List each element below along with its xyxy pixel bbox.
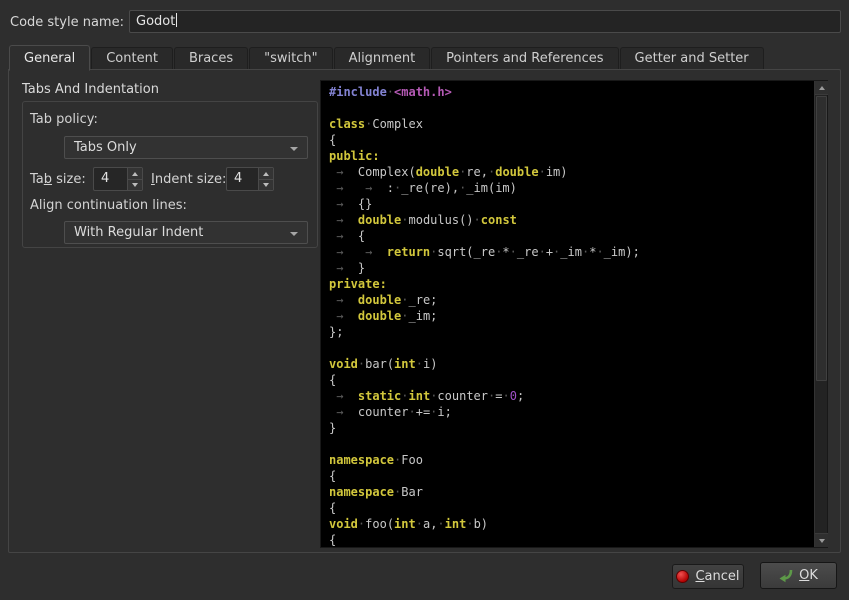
tab-size-spinbox[interactable]: 4 — [93, 167, 143, 191]
code-line: class·Complex — [329, 116, 814, 132]
cancel-icon — [676, 570, 689, 583]
code-style-name-label: Code style name: — [10, 15, 124, 30]
tab-getter-and-setter[interactable]: Getter and Setter — [620, 47, 764, 70]
code-line: { — [329, 468, 814, 484]
code-line: { — [329, 500, 814, 516]
tab-braces[interactable]: Braces — [174, 47, 248, 70]
code-line: private: — [329, 276, 814, 292]
code-line: { — [329, 132, 814, 148]
spin-up-button[interactable] — [259, 168, 273, 179]
code-line: void·bar(int·i) — [329, 356, 814, 372]
code-line: → {} — [329, 196, 814, 212]
tab-content[interactable]: Content — [91, 47, 173, 70]
cancel-button-label: Cancel — [695, 569, 739, 584]
scroll-down-arrow-icon[interactable] — [815, 533, 828, 547]
settings-tabbar: GeneralContentBraces"switch"AlignmentPoi… — [9, 45, 765, 70]
spin-down-button[interactable] — [259, 179, 273, 190]
tab-alignment[interactable]: Alignment — [334, 47, 431, 70]
indent-size-label: Indent size: — [151, 172, 226, 187]
code-line: → static·int·counter·=·0; — [329, 388, 814, 404]
spin-down-button[interactable] — [128, 179, 142, 190]
code-preview-text: #include·<math.h> class·Complex{public: … — [321, 81, 814, 547]
scroll-up-arrow-icon[interactable] — [815, 81, 828, 95]
cancel-button[interactable]: Cancel — [672, 564, 744, 589]
code-line: public: — [329, 148, 814, 164]
code-line: → double·_im; — [329, 308, 814, 324]
code-line: namespace·Bar — [329, 484, 814, 500]
code-line: { — [329, 532, 814, 547]
code-preview-pane: #include·<math.h> class·Complex{public: … — [320, 80, 828, 548]
code-style-name-value: Godot — [136, 14, 175, 29]
code-line: → → return·sqrt(_re·*·_re·+·_im·*·_im); — [329, 244, 814, 260]
code-style-name-input[interactable]: Godot — [129, 10, 841, 33]
ok-icon — [779, 569, 793, 583]
chevron-down-icon — [290, 232, 298, 236]
indent-size-spinbox[interactable]: 4 — [226, 167, 274, 191]
tab-size-value: 4 — [101, 171, 109, 186]
code-line: → → :·_re(re),·_im(im) — [329, 180, 814, 196]
align-continuation-dropdown[interactable]: With Regular Indent — [64, 221, 308, 244]
code-line: → { — [329, 228, 814, 244]
code-line: } — [329, 420, 814, 436]
tab-pointers-and-references[interactable]: Pointers and References — [431, 47, 618, 70]
spin-divider — [258, 179, 273, 180]
code-line — [329, 100, 814, 116]
code-line: → } — [329, 260, 814, 276]
spin-divider — [127, 179, 142, 180]
ok-button[interactable]: OK — [760, 562, 837, 589]
code-line: → double·_re; — [329, 292, 814, 308]
section-title-tabs-and-indentation: Tabs And Indentation — [22, 82, 159, 97]
code-line: → double·modulus()·const — [329, 212, 814, 228]
code-line: namespace·Foo — [329, 452, 814, 468]
chevron-down-icon — [290, 147, 298, 151]
code-line: #include·<math.h> — [329, 84, 814, 100]
tab-policy-dropdown[interactable]: Tabs Only — [64, 136, 308, 159]
scrollbar-thumb[interactable] — [816, 96, 827, 381]
tab-size-label: Tab size: — [30, 172, 86, 187]
tab-policy-label: Tab policy: — [30, 112, 98, 127]
tab-general[interactable]: General — [9, 45, 90, 71]
spin-up-button[interactable] — [128, 168, 142, 179]
text-cursor — [176, 13, 177, 27]
code-line — [329, 436, 814, 452]
code-line: { — [329, 372, 814, 388]
code-line — [329, 340, 814, 356]
code-line: → Complex(double·re,·double·im) — [329, 164, 814, 180]
code-line: void·foo(int·a,·int·b) — [329, 516, 814, 532]
tab-policy-selected-value: Tabs Only — [74, 140, 137, 155]
indent-size-value: 4 — [234, 171, 242, 186]
ok-button-label: OK — [799, 568, 818, 583]
align-continuation-selected-value: With Regular Indent — [74, 225, 203, 240]
align-continuation-label: Align continuation lines: — [30, 198, 187, 213]
code-line: }; — [329, 324, 814, 340]
vertical-scrollbar[interactable] — [814, 81, 827, 547]
tab-switch[interactable]: "switch" — [249, 47, 332, 70]
code-line: → counter·+=·i; — [329, 404, 814, 420]
